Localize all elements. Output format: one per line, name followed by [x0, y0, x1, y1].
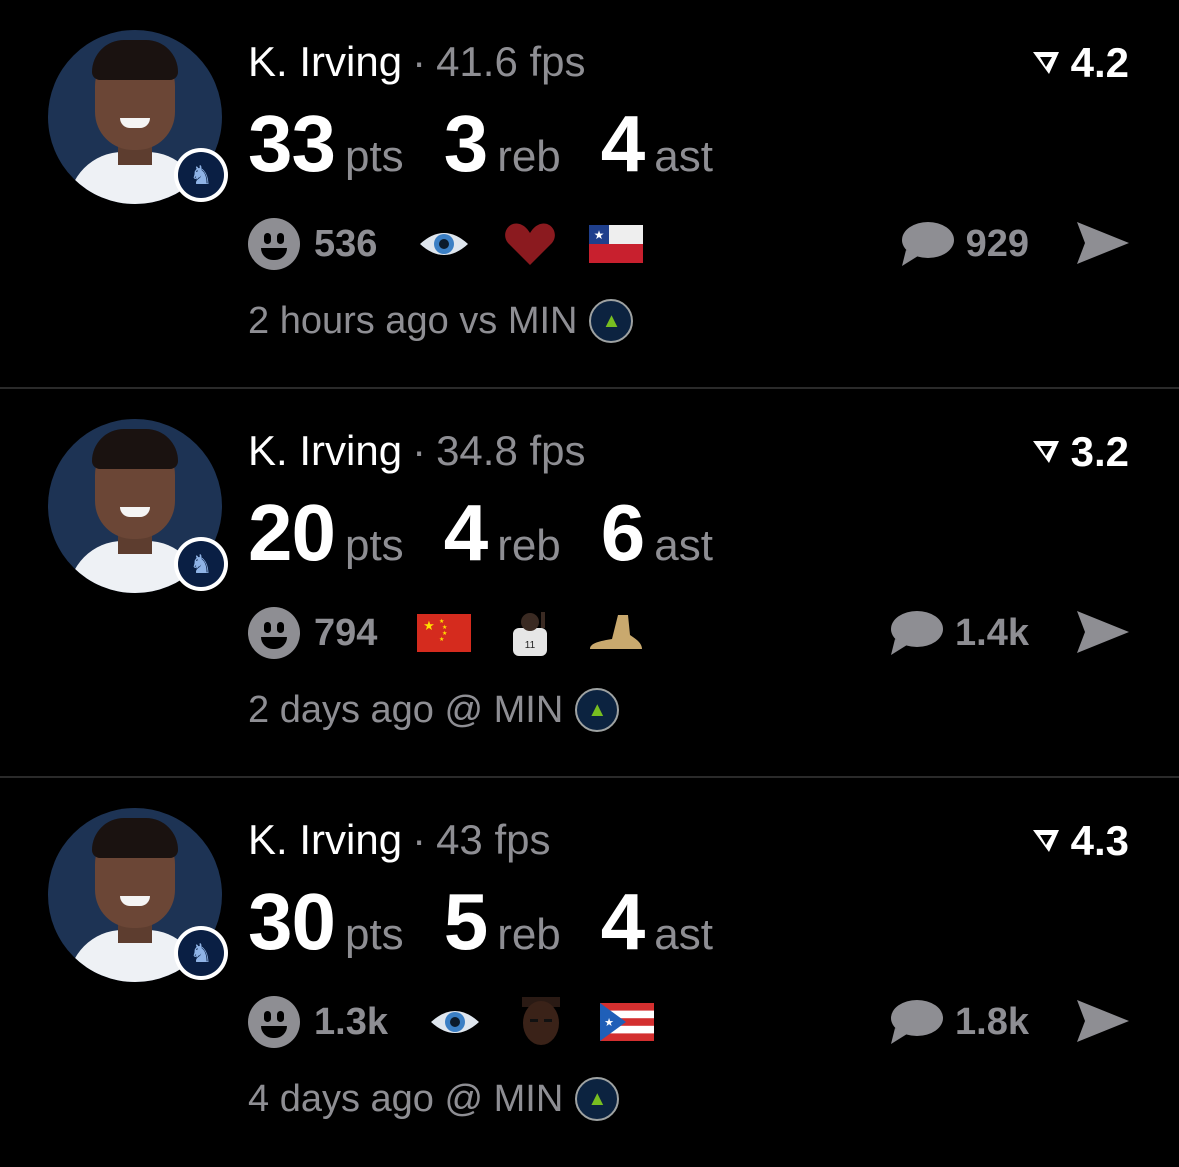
rating-value: 4.2	[1070, 39, 1129, 86]
eye-icon[interactable]	[415, 221, 473, 267]
chile-flag-icon[interactable]: ★	[587, 221, 645, 267]
reactions[interactable]: 536 ★	[248, 216, 673, 272]
rebounds-label: reb	[497, 132, 561, 181]
player-name[interactable]: K. Irving	[248, 816, 402, 863]
rating-value: 3.2	[1070, 428, 1129, 475]
mavericks-logo-icon: ♞	[174, 537, 228, 591]
game-time-opponent: 4 days ago @ MIN	[248, 1077, 564, 1120]
rebounds-value: 5	[443, 877, 488, 966]
rating-icon	[1032, 52, 1059, 74]
assists-value: 4	[600, 877, 645, 966]
points-label: pts	[344, 521, 404, 570]
game-info: 4 days ago @ MIN ▲	[248, 1074, 620, 1124]
separator: ·	[412, 427, 427, 474]
player-name[interactable]: K. Irving	[248, 427, 402, 474]
smiley-icon[interactable]	[248, 218, 300, 270]
red-heart-icon[interactable]	[501, 221, 559, 267]
reactions[interactable]: 794 ★ ★ ★ ★ ★ 11	[248, 605, 673, 661]
puerto-rico-flag-icon[interactable]: ★	[598, 999, 656, 1045]
rebounds-value: 4	[443, 488, 488, 577]
game-time-opponent: 2 hours ago vs MIN	[248, 299, 578, 342]
stat-line: 20 pts 4 reb 6 ast	[248, 487, 753, 577]
foot-icon[interactable]	[587, 610, 645, 656]
comment-count: 929	[965, 222, 1029, 265]
svg-text:★: ★	[442, 624, 447, 631]
mavericks-logo-icon: ♞	[174, 926, 228, 980]
assists-value: 4	[600, 99, 645, 188]
assists-label: ast	[654, 910, 713, 959]
rating[interactable]: 4.3	[1031, 817, 1129, 864]
rebounds-label: reb	[497, 521, 561, 570]
reaction-count[interactable]: 536	[314, 223, 377, 266]
svg-text:★: ★	[439, 636, 444, 643]
smiley-icon[interactable]	[248, 607, 300, 659]
game-info: 2 days ago @ MIN ▲	[248, 685, 620, 735]
reaction-count[interactable]: 1.3k	[314, 1001, 388, 1044]
svg-text:★: ★	[604, 1017, 614, 1029]
share-send-icon[interactable]	[1075, 996, 1131, 1046]
rebounds-value: 3	[443, 99, 488, 188]
reaction-count[interactable]: 794	[314, 612, 377, 655]
rating-icon	[1032, 830, 1059, 852]
fantasy-points: 34.8 fps	[436, 427, 586, 474]
comment-count: 1.8k	[955, 1000, 1029, 1043]
assists-label: ast	[654, 132, 713, 181]
comment-count: 1.4k	[955, 611, 1029, 654]
comment-bubble-icon	[891, 1000, 944, 1044]
comments[interactable]: 1.4k	[887, 605, 1029, 661]
separator: ·	[412, 816, 427, 863]
timberwolves-logo-icon: ▲	[589, 299, 634, 343]
svg-text:★: ★	[439, 618, 444, 625]
svg-text:★: ★	[442, 630, 447, 637]
fantasy-points: 43 fps	[436, 816, 551, 863]
game-feed: ♞ K. Irving · 41.6 fps 4.2 33 pts 3 reb 4 ast…	[0, 0, 1179, 1167]
separator: ·	[412, 38, 427, 85]
china-flag-icon[interactable]: ★ ★ ★ ★ ★	[415, 610, 473, 656]
comments[interactable]: 1.8k	[887, 994, 1029, 1050]
share-send-icon[interactable]	[1075, 607, 1131, 657]
rebounds-label: reb	[497, 910, 561, 959]
fantasy-points: 41.6 fps	[436, 38, 586, 85]
points-value: 30	[248, 877, 336, 966]
card-title: K. Irving · 41.6 fps	[248, 37, 586, 87]
rating[interactable]: 4.2	[1031, 39, 1129, 86]
timberwolves-logo-icon: ▲	[575, 1077, 620, 1121]
comment-bubble-icon	[891, 611, 944, 655]
card-title: K. Irving · 43 fps	[248, 815, 550, 865]
game-card[interactable]: ♞ K. Irving · 41.6 fps 4.2 33 pts 3 reb 4 ast…	[0, 0, 1179, 389]
points-label: pts	[344, 132, 404, 181]
rating[interactable]: 3.2	[1031, 428, 1129, 475]
svg-text:★: ★	[594, 228, 605, 242]
game-card[interactable]: ♞ K. Irving · 43 fps 4.3 30 pts 5 reb 4 ast 1…	[0, 778, 1179, 1167]
rating-icon	[1032, 441, 1059, 463]
player-name[interactable]: K. Irving	[248, 38, 402, 85]
comments[interactable]: 929	[898, 216, 1029, 272]
stat-line: 33 pts 3 reb 4 ast	[248, 98, 753, 188]
game-info: 2 hours ago vs MIN ▲	[248, 296, 634, 346]
rating-value: 4.3	[1070, 817, 1129, 864]
svg-text:11: 11	[525, 640, 536, 651]
assists-value: 6	[600, 488, 645, 577]
points-value: 20	[248, 488, 336, 577]
game-card[interactable]: ♞ K. Irving · 34.8 fps 3.2 20 pts 4 reb 6 ast…	[0, 389, 1179, 778]
svg-text:★: ★	[424, 618, 436, 633]
eye-icon[interactable]	[426, 999, 484, 1045]
points-value: 33	[248, 99, 336, 188]
smiley-icon[interactable]	[248, 996, 300, 1048]
timberwolves-logo-icon: ▲	[575, 688, 620, 732]
reactions[interactable]: 1.3k ★	[248, 994, 684, 1050]
player-photo-icon[interactable]: 11	[501, 610, 559, 656]
assists-label: ast	[654, 521, 713, 570]
comment-bubble-icon	[901, 222, 954, 266]
points-label: pts	[344, 910, 404, 959]
face-photo-icon[interactable]	[512, 997, 570, 1045]
share-send-icon[interactable]	[1075, 218, 1131, 268]
mavericks-logo-icon: ♞	[174, 148, 228, 202]
card-title: K. Irving · 34.8 fps	[248, 426, 586, 476]
game-time-opponent: 2 days ago @ MIN	[248, 688, 564, 731]
stat-line: 30 pts 5 reb 4 ast	[248, 876, 753, 966]
